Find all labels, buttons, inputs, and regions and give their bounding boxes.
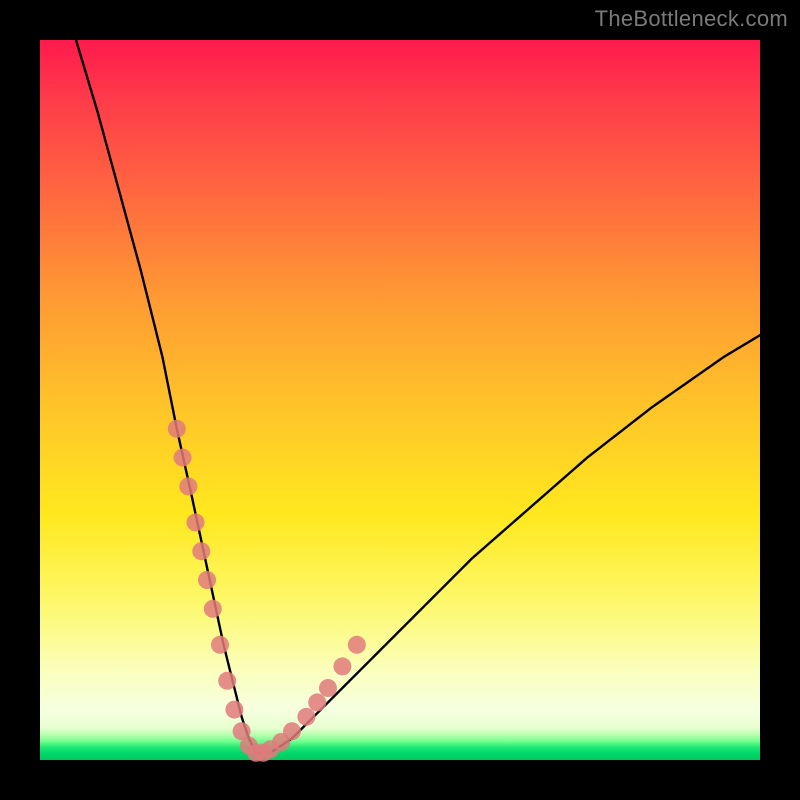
highlight-dot (198, 571, 216, 589)
watermark-text: TheBottleneck.com (595, 6, 788, 32)
bottleneck-curve (76, 40, 760, 753)
highlight-dot (348, 636, 366, 654)
highlight-dot (225, 701, 243, 719)
highlight-dot (179, 477, 197, 495)
plot-area (40, 40, 760, 760)
chart-frame: TheBottleneck.com (0, 0, 800, 800)
highlight-dot (297, 708, 315, 726)
highlight-dot (174, 449, 192, 467)
highlight-dot (333, 657, 351, 675)
curve-svg (40, 40, 760, 760)
highlight-dot (211, 636, 229, 654)
highlight-dot (204, 600, 222, 618)
highlight-dot (308, 693, 326, 711)
highlight-dot (187, 513, 205, 531)
highlight-dot (218, 672, 236, 690)
highlight-dots-group (168, 420, 366, 762)
highlight-dot (283, 722, 301, 740)
highlight-dot (168, 420, 186, 438)
highlight-dot (192, 542, 210, 560)
highlight-dot (319, 679, 337, 697)
